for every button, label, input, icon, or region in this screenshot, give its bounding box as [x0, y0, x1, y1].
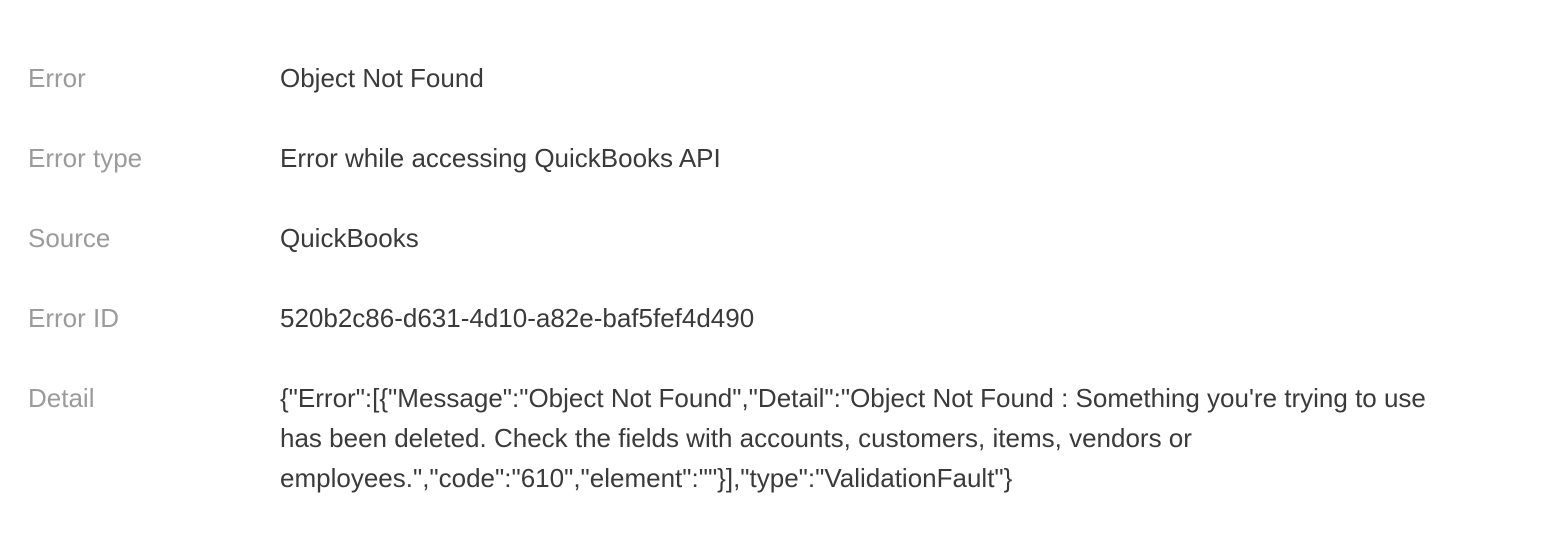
detail-value: {"Error":[{"Message":"Object Not Found",…	[280, 383, 1426, 493]
error-type-label: Error type	[28, 143, 143, 173]
error-id-label: Error ID	[28, 303, 119, 333]
error-type-value: Error while accessing QuickBooks API	[280, 143, 721, 173]
error-value: Object Not Found	[280, 63, 484, 93]
source-label: Source	[28, 223, 111, 253]
error-label: Error	[28, 63, 86, 93]
error-id-value: 520b2c86-d631-4d10-a82e-baf5fef4d490	[280, 303, 755, 333]
source-value: QuickBooks	[280, 223, 419, 253]
error-details-panel: Error Object Not Found Error type Error …	[0, 0, 1554, 542]
detail-label: Detail	[28, 383, 95, 413]
